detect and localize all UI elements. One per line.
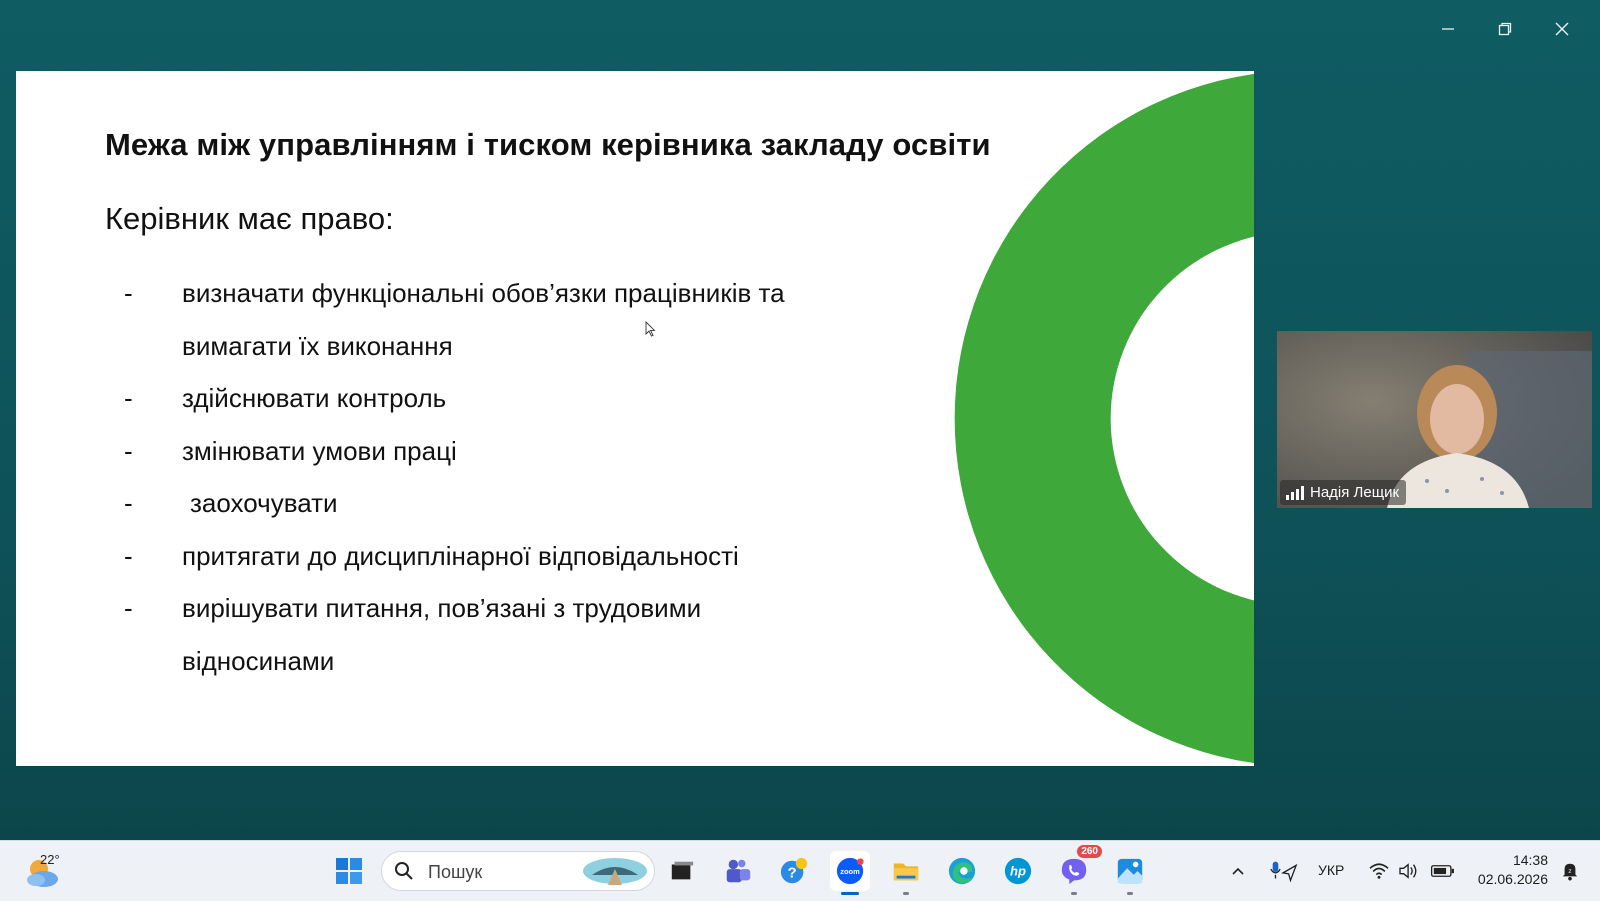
battery-button[interactable] [1428, 851, 1458, 891]
zoom-button[interactable]: zoom [830, 851, 870, 895]
list-item: - вирішувати питання, пов’язані з трудови… [124, 593, 702, 623]
signal-strength-icon [1286, 485, 1304, 500]
svg-text:?: ? [788, 865, 797, 882]
task-view-icon [671, 861, 694, 880]
microphone-location-icon [1270, 861, 1298, 883]
notifications-button[interactable]: z [1556, 851, 1584, 891]
notification-badge: 260 [1077, 845, 1102, 858]
teams-icon [726, 859, 751, 883]
list-item: - заохочувати [124, 488, 338, 518]
speaker-icon [1399, 863, 1417, 879]
task-view-button[interactable] [662, 851, 702, 891]
list-item: - змінювати умови праці [124, 435, 457, 466]
language-indicator[interactable]: УКР [1318, 862, 1344, 878]
bell-snooze-icon: z [1562, 863, 1578, 881]
close-button[interactable] [1533, 14, 1590, 44]
running-indicator [1071, 892, 1077, 895]
mouse-cursor-icon [645, 321, 656, 337]
list-item: - притягати до дисциплінарної відповідаль… [124, 540, 739, 571]
minimize-icon [1441, 28, 1454, 30]
svg-text:hp: hp [1010, 864, 1026, 879]
rights-list: - визначати функціональні обов’язки праці… [124, 267, 884, 687]
list-item: вимагати їх виконання [182, 330, 453, 361]
list-item: відносинами [182, 645, 335, 676]
svg-text:zoom: zoom [840, 867, 860, 876]
hp-logo-icon: hp [1004, 857, 1032, 885]
show-hidden-icons-button[interactable] [1224, 851, 1252, 891]
close-icon [1555, 22, 1568, 36]
clock-time: 14:38 [1512, 852, 1548, 868]
search-icon [395, 862, 413, 880]
clock-date: 02.06.2026 [1477, 871, 1548, 887]
photos-button[interactable] [1110, 851, 1150, 895]
running-indicator [1127, 892, 1133, 895]
restore-button[interactable] [1476, 14, 1533, 44]
edge-browser-icon [948, 857, 976, 885]
zoom-icon: zoom [836, 857, 864, 885]
participant-video-tile[interactable]: Надія Лещик [1277, 331, 1592, 508]
slide-title: Межа між управлінням і тиском керівника … [105, 127, 991, 162]
shared-slide: Межа між управлінням і тиском керівника … [16, 71, 1254, 766]
list-item: - визначати функціональні обов’язки праці… [124, 278, 785, 308]
teams-button[interactable] [718, 851, 758, 891]
slide-subtitle: Керівник має право: [105, 201, 394, 236]
weather-temperature: 22° [40, 852, 60, 867]
participant-name: Надія Лещик [1310, 484, 1400, 501]
system-clock[interactable]: 14:38 02.06.2026 [1478, 851, 1548, 889]
hp-button[interactable]: hp [998, 851, 1038, 891]
minimize-button[interactable] [1419, 14, 1476, 44]
search-highlight-art-icon [583, 858, 647, 885]
participant-name-tag: Надія Лещик [1280, 480, 1407, 505]
list-item: - здійснювати контроль [124, 383, 447, 413]
window-controls [1419, 14, 1590, 44]
network-button[interactable] [1366, 851, 1392, 891]
viber-icon [1061, 858, 1087, 885]
wifi-icon [1369, 863, 1389, 879]
volume-button[interactable] [1396, 851, 1422, 891]
get-help-button[interactable]: ? [774, 851, 814, 891]
search-input[interactable] [426, 859, 570, 885]
taskbar: 22° ? zoom hp 260 [0, 840, 1600, 901]
help-icon: ? [780, 857, 808, 884]
start-button[interactable] [329, 851, 369, 891]
restore-icon [1498, 22, 1511, 36]
mic-location-tray[interactable] [1265, 851, 1301, 891]
chevron-up-icon [1232, 867, 1244, 875]
edge-button[interactable] [942, 851, 982, 891]
windows-logo-icon [336, 858, 362, 884]
folder-icon [893, 863, 919, 881]
file-explorer-button[interactable] [886, 851, 926, 895]
viber-button[interactable]: 260 [1054, 845, 1102, 895]
taskbar-search[interactable] [381, 851, 655, 891]
svg-text:z: z [1568, 868, 1571, 875]
running-indicator [903, 892, 909, 895]
battery-icon [1430, 865, 1454, 877]
photos-icon [1117, 858, 1143, 884]
running-indicator [841, 892, 859, 895]
